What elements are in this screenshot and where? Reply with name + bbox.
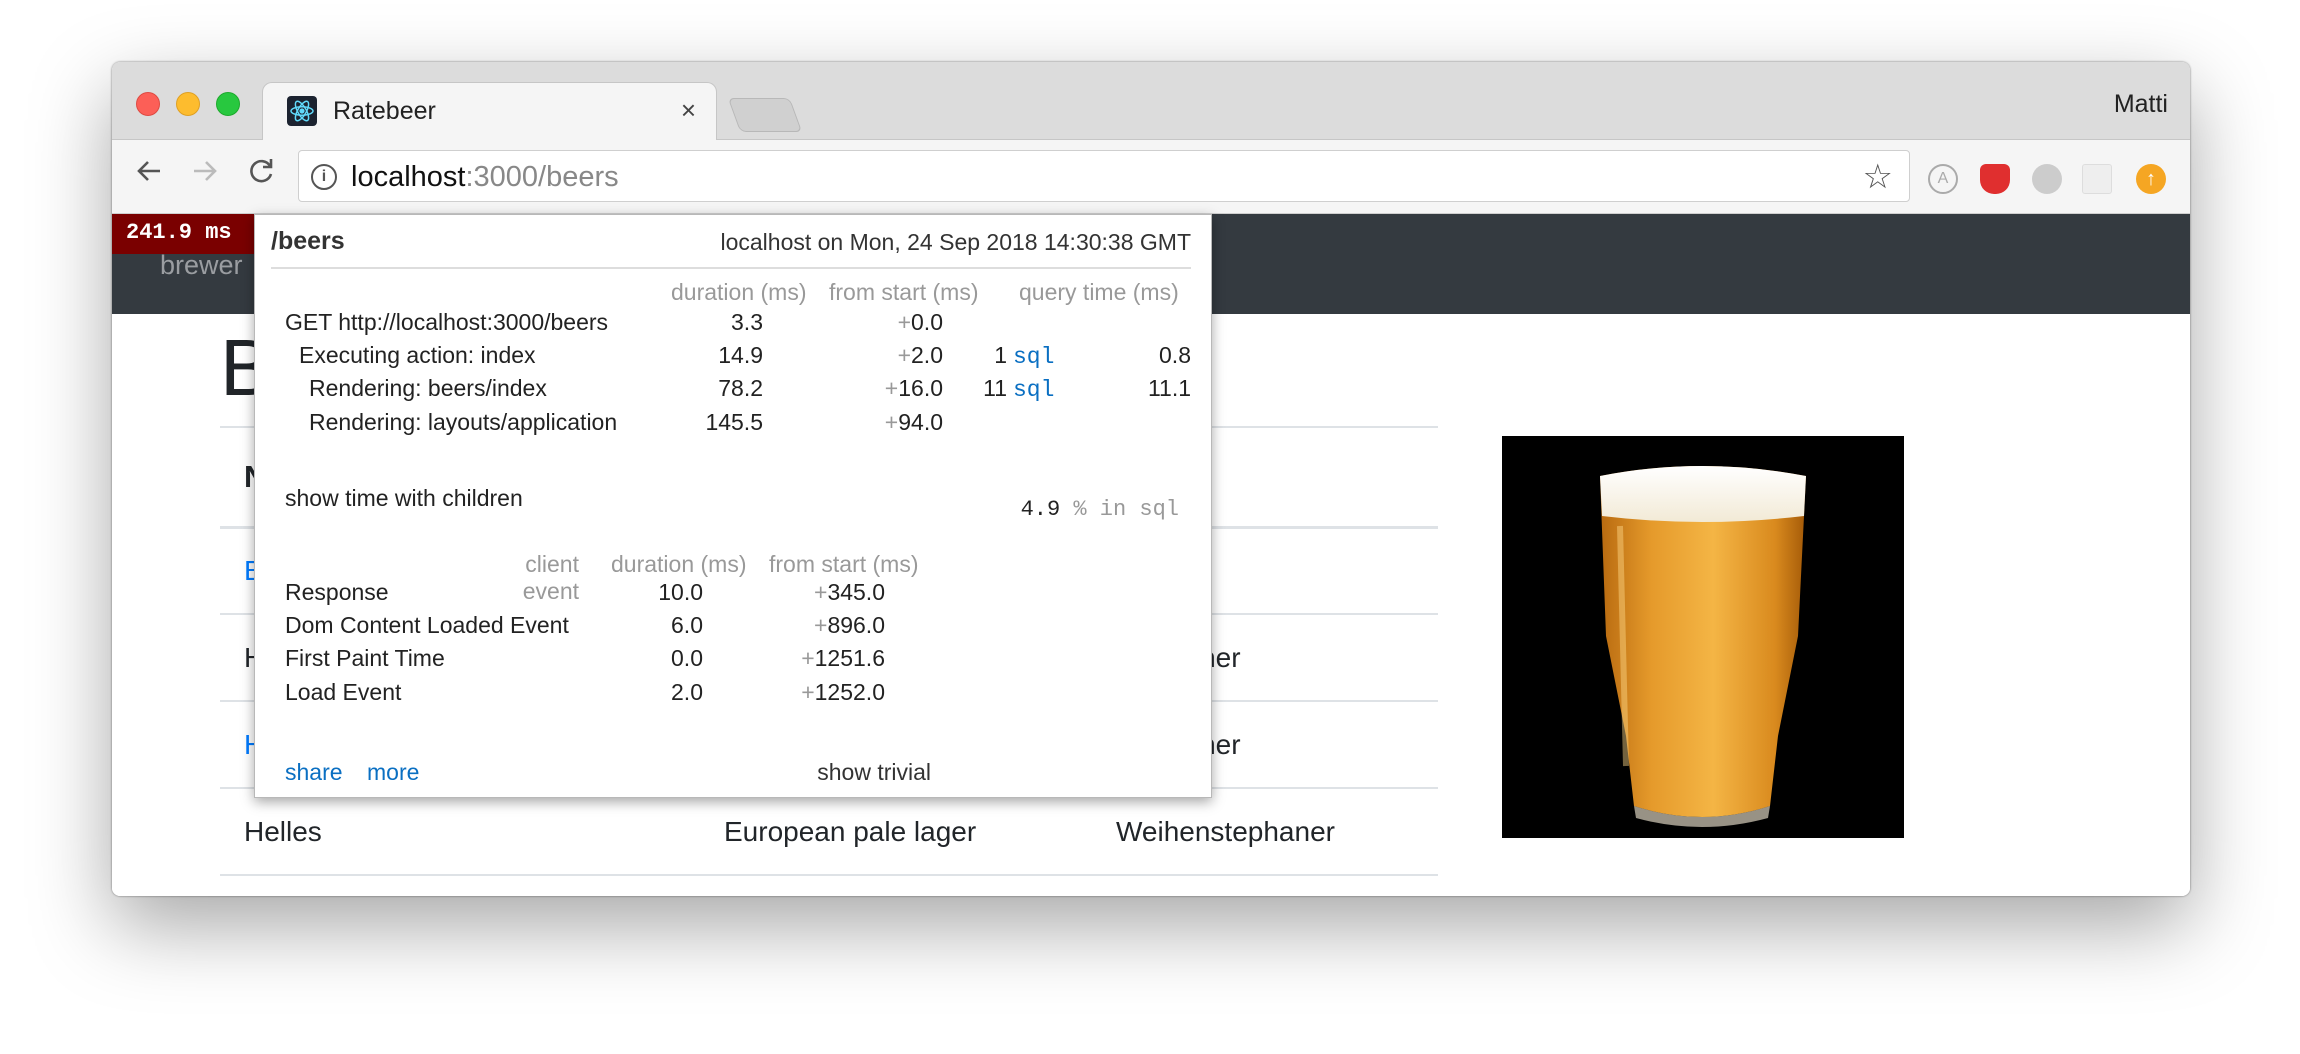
tab-ratebeer[interactable]: Ratebeer × bbox=[262, 82, 717, 142]
zoom-window-button[interactable] bbox=[216, 92, 240, 116]
client-event-duration: 0.0 bbox=[671, 645, 703, 672]
new-tab-button[interactable] bbox=[727, 98, 803, 132]
browser-toolbar: i localhost:3000/beers ☆ A ↑ bbox=[112, 140, 2190, 214]
more-link[interactable]: more bbox=[367, 759, 419, 786]
url-text[interactable]: localhost:3000/beers bbox=[351, 161, 619, 194]
timing-from-start: +2.0 bbox=[897, 342, 943, 369]
page-viewport: brewer 241.9 ms B N ry BHstephanerHsteph… bbox=[112, 214, 2190, 896]
beer-image bbox=[1502, 436, 1904, 838]
timing-from-start: +16.0 bbox=[884, 375, 943, 402]
close-window-button[interactable] bbox=[136, 92, 160, 116]
reload-icon[interactable] bbox=[246, 156, 276, 194]
beer-brewery-cell: Weihenstephaner bbox=[1092, 788, 1438, 876]
ublock-extension-icon[interactable] bbox=[1980, 164, 2010, 194]
query-time: 0.8 bbox=[1159, 342, 1191, 369]
close-tab-icon[interactable]: × bbox=[681, 95, 696, 126]
timing-label: Executing action: index bbox=[299, 342, 536, 369]
header-duration: duration (ms) bbox=[671, 279, 807, 305]
timing-label: Rendering: beers/index bbox=[309, 375, 547, 402]
profiler-popup: /beers localhost on Mon, 24 Sep 2018 14:… bbox=[254, 214, 1212, 798]
show-trivial-toggle[interactable]: show trivial bbox=[801, 759, 931, 786]
info-icon[interactable]: i bbox=[311, 164, 337, 190]
timing-from-start: +0.0 bbox=[897, 309, 943, 335]
header-query-time: query time (ms) bbox=[1019, 279, 1179, 305]
table-row: Helles European pale lager Weihenstephaner bbox=[220, 788, 1438, 876]
beer-style-cell: European pale lager bbox=[700, 788, 1092, 876]
client-event-from-start: +896.0 bbox=[814, 612, 885, 639]
back-arrow-icon[interactable] bbox=[134, 156, 164, 194]
timing-duration: 3.3 bbox=[731, 309, 763, 335]
share-link[interactable]: share bbox=[285, 759, 343, 786]
header-from-start: from start (ms) bbox=[829, 279, 979, 305]
address-bar[interactable]: i localhost:3000/beers ☆ bbox=[298, 150, 1910, 202]
sql-link[interactable]: sql bbox=[1013, 377, 1054, 403]
show-children-toggle[interactable]: show time with children bbox=[285, 485, 523, 512]
update-extension-icon[interactable]: ↑ bbox=[2136, 164, 2166, 194]
client-event-from-start: +1251.6 bbox=[801, 645, 885, 672]
timing-duration: 145.5 bbox=[705, 408, 763, 435]
minimize-window-button[interactable] bbox=[176, 92, 200, 116]
nav-link-breweries[interactable]: brewer bbox=[160, 250, 243, 281]
divider bbox=[271, 267, 1191, 269]
tab-title: Ratebeer bbox=[333, 97, 436, 125]
timing-label: GET http://localhost:3000/beers bbox=[285, 309, 609, 335]
query-time: 11.1 bbox=[1147, 375, 1191, 402]
client-event-from-start: +1252.0 bbox=[801, 678, 885, 705]
notes-extension-icon[interactable] bbox=[2082, 164, 2112, 194]
timing-from-start: +94.0 bbox=[884, 408, 943, 435]
sql-percentage: 4.9 % in sql bbox=[1020, 497, 1179, 522]
profiler-badge[interactable]: 241.9 ms bbox=[112, 214, 258, 254]
header-client-from-start: from start (ms) bbox=[769, 551, 919, 577]
header-client-duration: duration (ms) bbox=[611, 551, 747, 577]
timing-label: Rendering: layouts/application bbox=[309, 408, 618, 435]
timing-duration: 14.9 bbox=[718, 342, 763, 369]
profiler-timestamp: localhost on Mon, 24 Sep 2018 14:30:38 G… bbox=[720, 229, 1191, 255]
client-event-duration: 2.0 bbox=[671, 678, 703, 705]
react-icon bbox=[287, 96, 317, 126]
sql-count: 1 bbox=[994, 342, 1007, 369]
browser-window: Ratebeer × Matti i localhost:3000/beers … bbox=[112, 62, 2190, 896]
client-event-duration: 6.0 bbox=[671, 612, 703, 639]
sql-count: 11 bbox=[983, 375, 1007, 402]
client-event-label: First Paint Time bbox=[285, 645, 445, 672]
star-icon[interactable]: ☆ bbox=[1863, 157, 1893, 197]
timing-duration: 78.2 bbox=[718, 375, 763, 402]
profile-name[interactable]: Matti bbox=[2114, 90, 2168, 119]
profiler-path: /beers bbox=[271, 227, 345, 255]
translate-extension-icon[interactable]: A bbox=[1928, 164, 1958, 194]
header-client-event: client event bbox=[522, 551, 579, 604]
client-event-label: Response bbox=[285, 579, 389, 605]
client-event-from-start: +345.0 bbox=[814, 579, 885, 605]
sql-link[interactable]: sql bbox=[1013, 344, 1054, 370]
extension-icon[interactable] bbox=[2032, 164, 2062, 194]
client-event-label: Dom Content Loaded Event bbox=[285, 612, 569, 639]
tab-strip: Ratebeer × Matti bbox=[112, 62, 2190, 142]
forward-arrow-icon[interactable] bbox=[190, 156, 220, 194]
client-event-label: Load Event bbox=[285, 678, 402, 705]
beer-name-cell: Helles bbox=[220, 788, 700, 876]
client-event-duration: 10.0 bbox=[658, 579, 703, 605]
